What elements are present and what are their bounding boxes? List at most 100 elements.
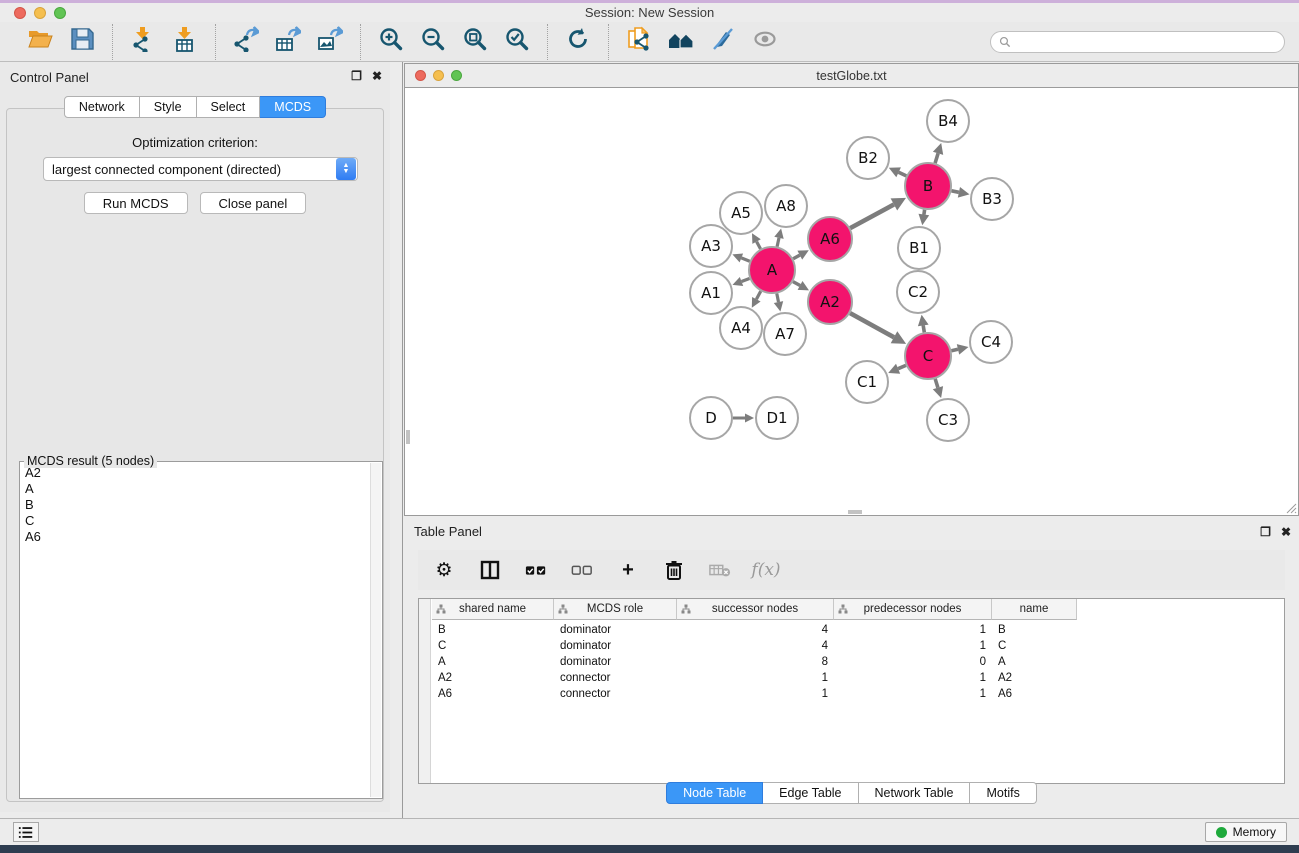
mcds-result-item[interactable]: C — [21, 513, 369, 529]
tab-node-table[interactable]: Node Table — [666, 782, 763, 804]
eye-button[interactable] — [751, 28, 779, 56]
run-mcds-button[interactable]: Run MCDS — [84, 192, 188, 214]
tab-style[interactable]: Style — [140, 96, 197, 118]
network-canvas[interactable]: B4B2BB3A8A5A6A3B1AC2A1A2A4A7C4CC1C3DD1 — [405, 88, 1298, 515]
edge-A2-C[interactable] — [850, 313, 894, 337]
import-table-icon — [172, 26, 198, 57]
float-panel-icon[interactable]: ❐ — [351, 69, 362, 83]
table-settings-button[interactable]: ⚙ — [432, 558, 456, 582]
mcds-result-item[interactable]: A6 — [21, 529, 369, 545]
table-row[interactable]: A6connector11A6 — [432, 686, 1284, 702]
table-row[interactable]: Adominator80A — [432, 654, 1284, 670]
edge-A-A1[interactable] — [742, 279, 750, 282]
deselect-all-rows-button[interactable] — [570, 558, 594, 582]
control-panel-header: Control Panel ❐ ✖ — [0, 62, 390, 92]
search-field[interactable] — [990, 31, 1285, 53]
network-vscroll-thumb[interactable] — [406, 430, 410, 444]
table-row[interactable]: A2connector11A2 — [432, 670, 1284, 686]
annotation-toggle-button[interactable] — [709, 28, 737, 56]
close-table-panel-icon[interactable]: ✖ — [1281, 525, 1291, 539]
table-cell: dominator — [554, 656, 677, 668]
folder-open-icon — [27, 26, 53, 57]
select-all-rows-button[interactable] — [524, 558, 548, 582]
edge-B-B4[interactable] — [935, 153, 938, 163]
search-input[interactable] — [1016, 35, 1276, 49]
open-session-button[interactable] — [26, 28, 54, 56]
clone-network-button[interactable] — [625, 28, 653, 56]
tab-edge-table[interactable]: Edge Table — [763, 782, 858, 804]
column-header-name[interactable]: name — [992, 599, 1077, 620]
network-hscroll-thumb[interactable] — [848, 510, 862, 514]
column-header-shared-name[interactable]: shared name — [432, 599, 554, 620]
network-window-titlebar[interactable]: testGlobe.txt — [405, 64, 1298, 88]
edge-A-A2[interactable] — [793, 282, 800, 286]
table-row[interactable]: Bdominator41B — [432, 622, 1284, 638]
column-header-MCDS-role[interactable]: MCDS role — [554, 599, 677, 620]
edge-B-B3[interactable] — [952, 191, 959, 193]
arrowhead-icon — [774, 229, 783, 239]
tab-select[interactable]: Select — [197, 96, 261, 118]
edge-C-C4[interactable] — [951, 349, 958, 351]
edge-A-A5[interactable] — [757, 242, 761, 249]
memory-button[interactable]: Memory — [1205, 822, 1287, 842]
export-table-button[interactable] — [274, 28, 302, 56]
zoom-out-button[interactable] — [419, 28, 447, 56]
export-network-icon — [233, 26, 259, 57]
node-label-C3: C3 — [938, 411, 958, 429]
edge-C-C3[interactable] — [935, 379, 938, 388]
add-column-button[interactable]: + — [616, 558, 640, 582]
edge-A-A3[interactable] — [741, 258, 749, 261]
mcds-result-scrollbar[interactable] — [370, 463, 381, 797]
task-history-button[interactable] — [13, 822, 39, 842]
table-cell: A2 — [432, 672, 554, 684]
edge-C-C2[interactable] — [923, 325, 924, 332]
edge-B-B2[interactable] — [899, 172, 907, 176]
edge-A-A6[interactable] — [793, 255, 800, 259]
column-header-predecessor-nodes[interactable]: predecessor nodes — [834, 599, 992, 620]
panel-divider[interactable] — [402, 62, 403, 818]
zoom-in-icon — [378, 26, 404, 57]
mcds-result-item[interactable]: A2 — [21, 465, 369, 481]
mcds-result-item[interactable]: B — [21, 497, 369, 513]
edge-A-A7[interactable] — [777, 294, 779, 303]
tab-network[interactable]: Network — [64, 96, 140, 118]
delete-column-button[interactable] — [662, 558, 686, 582]
save-session-button[interactable] — [68, 28, 96, 56]
arrowhead-icon — [957, 344, 969, 355]
zoom-fit-button[interactable] — [461, 28, 489, 56]
edge-C-C1[interactable] — [898, 365, 906, 368]
resize-grip-icon[interactable] — [1283, 500, 1297, 514]
table-cell: 1 — [677, 672, 834, 684]
home-button[interactable] — [667, 28, 695, 56]
edge-A-A8[interactable] — [777, 238, 779, 247]
main-toolbar — [0, 22, 1299, 62]
edge-A-A4[interactable] — [756, 291, 760, 299]
table-row[interactable]: Cdominator41C — [432, 638, 1284, 654]
mcds-result-list[interactable]: A2ABCA6 — [21, 465, 369, 797]
export-network-button[interactable] — [232, 28, 260, 56]
import-table-button[interactable] — [171, 28, 199, 56]
criterion-selected-value: largest connected component (directed) — [44, 162, 336, 177]
edge-B-B1[interactable] — [924, 210, 925, 215]
column-header-successor-nodes[interactable]: successor nodes — [677, 599, 834, 620]
refresh-button[interactable] — [564, 28, 592, 56]
float-table-panel-icon[interactable]: ❐ — [1260, 525, 1271, 539]
tab-network-table[interactable]: Network Table — [859, 782, 971, 804]
zoom-in-button[interactable] — [377, 28, 405, 56]
edge-A6-B[interactable] — [850, 205, 894, 229]
close-panel-button[interactable]: Close panel — [200, 192, 307, 214]
node-label-A5: A5 — [731, 204, 751, 222]
criterion-select[interactable]: largest connected component (directed) ▲… — [43, 157, 358, 181]
table-cell: dominator — [554, 640, 677, 652]
close-panel-icon[interactable]: ✖ — [372, 69, 382, 83]
show-columns-button[interactable] — [478, 558, 502, 582]
mcds-result-item[interactable]: A — [21, 481, 369, 497]
main-titlebar: Session: New Session — [0, 3, 1299, 22]
tab-mcds[interactable]: MCDS — [260, 96, 326, 118]
toolbar-group — [215, 24, 360, 60]
zoom-selected-button[interactable] — [503, 28, 531, 56]
import-network-button[interactable] — [129, 28, 157, 56]
optimization-criterion-label: Optimization criterion: — [7, 135, 383, 150]
tab-motifs[interactable]: Motifs — [970, 782, 1036, 804]
export-image-button[interactable] — [316, 28, 344, 56]
